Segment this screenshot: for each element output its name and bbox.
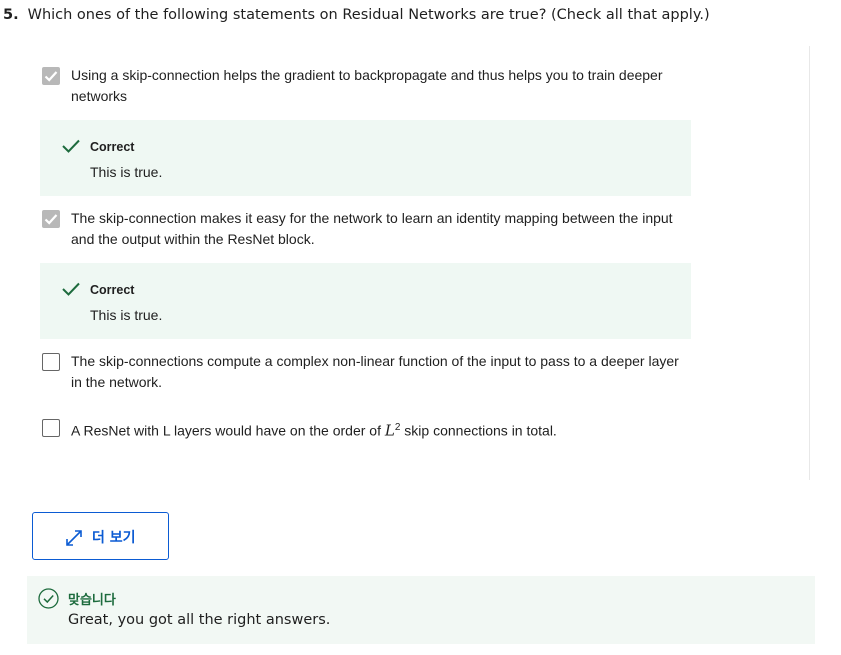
option-text-after: skip connections in total.	[400, 422, 557, 439]
feedback-correct: Correct This is true.	[40, 120, 691, 196]
feedback-text: This is true.	[90, 164, 163, 180]
checkbox-unchecked[interactable]	[42, 419, 60, 437]
check-icon	[62, 139, 80, 153]
more-button-label: 더 보기	[92, 530, 136, 546]
expand-icon	[66, 530, 82, 546]
option-text-before: A ResNet with L layers would have on the…	[71, 422, 385, 439]
check-circle-icon	[38, 588, 59, 609]
question-header: 5. Which ones of the following statements…	[3, 7, 710, 23]
result-banner: 맞습니다 Great, you got all the right answer…	[27, 576, 815, 644]
checkmark-icon	[44, 71, 58, 82]
option-text: A ResNet with L layers would have on the…	[71, 417, 691, 442]
checkmark-icon	[44, 214, 58, 225]
feedback-title: Correct	[90, 283, 135, 297]
more-button[interactable]: 더 보기	[32, 512, 169, 560]
result-text: Great, you got all the right answers.	[68, 612, 331, 628]
checkbox-checked[interactable]	[42, 67, 60, 85]
option-text: The skip-connection makes it easy for th…	[71, 210, 673, 247]
checkbox-unchecked[interactable]	[42, 353, 60, 371]
checkbox-checked[interactable]	[42, 210, 60, 228]
feedback-text: This is true.	[90, 307, 163, 323]
question-text: Which ones of the following statements o…	[27, 7, 710, 23]
math-var: L	[384, 421, 395, 440]
option-text: Using a skip-connection helps the gradie…	[71, 67, 663, 104]
feedback-title: Correct	[90, 140, 135, 154]
option-text: The skip-connections compute a complex n…	[71, 353, 679, 390]
question-number: 5.	[3, 7, 19, 23]
check-icon	[62, 282, 80, 296]
result-title: 맞습니다	[68, 593, 116, 608]
feedback-correct: Correct This is true.	[40, 263, 691, 339]
divider	[809, 46, 810, 480]
